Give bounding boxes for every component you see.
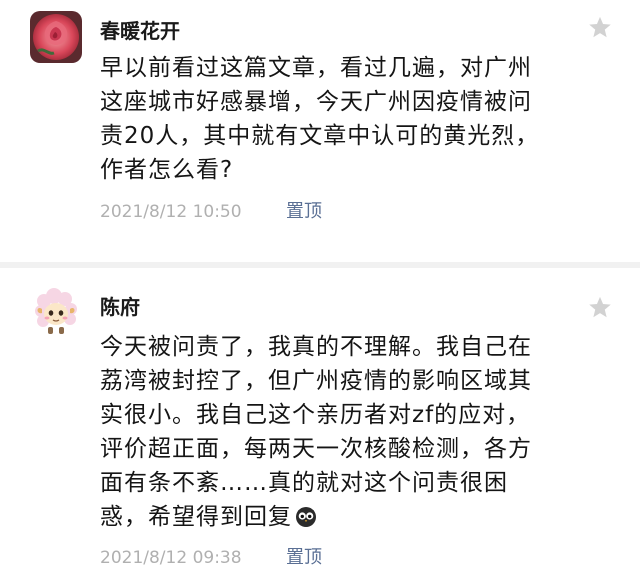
comment-line: 早以前看过这篇文章，看过几遍，对广州 <box>100 55 532 81</box>
comment-line-with-emoji: 惑，希望得到回复 <box>100 500 620 534</box>
star-icon[interactable] <box>586 14 614 42</box>
comment-text: 今天被问责了，我真的不理解。我自己在 荔湾被封控了，但广州疫情的影响区域其 实很… <box>100 330 620 534</box>
avatar[interactable] <box>30 11 82 63</box>
avatar[interactable] <box>30 285 82 337</box>
rose-avatar <box>30 11 82 63</box>
comment-line: 这座城市好感暴增，今天广州因疫情被问 <box>100 89 532 115</box>
comment-line: 面有条不紊……真的就对这个问责很困 <box>100 470 508 496</box>
star-icon[interactable] <box>586 294 614 322</box>
pin-to-top-link[interactable]: 置顶 <box>286 203 322 221</box>
comment-line: 惑，希望得到回复 <box>100 504 292 530</box>
comment-line: 荔湾被封控了，但广州疫情的影响区域其 <box>100 368 532 394</box>
pin-to-top-link[interactable]: 置顶 <box>286 549 322 567</box>
comment-line: 作者怎么看? <box>100 157 234 183</box>
comment-timestamp: 2021/8/12 09:38 <box>100 548 242 568</box>
commenter-name[interactable]: 陈府 <box>100 297 140 317</box>
comment-timestamp: 2021/8/12 10:50 <box>100 202 242 222</box>
comment-text: 早以前看过这篇文章，看过几遍，对广州 这座城市好感暴增，今天广州因疫情被问 责2… <box>100 51 620 187</box>
commenter-name[interactable]: 春暖花开 <box>100 21 180 41</box>
owl-emoji-icon <box>294 504 318 528</box>
sheep-avatar <box>30 285 82 337</box>
comment-line: 今天被问责了，我真的不理解。我自己在 <box>100 334 532 360</box>
comment-line: 责20人，其中就有文章中认可的黄光烈， <box>100 123 540 149</box>
comment-line: 实很小。我自己这个亲历者对zf的应对， <box>100 402 531 428</box>
comment-line: 评价超正面，每两天一次核酸检测，各方 <box>100 436 532 462</box>
